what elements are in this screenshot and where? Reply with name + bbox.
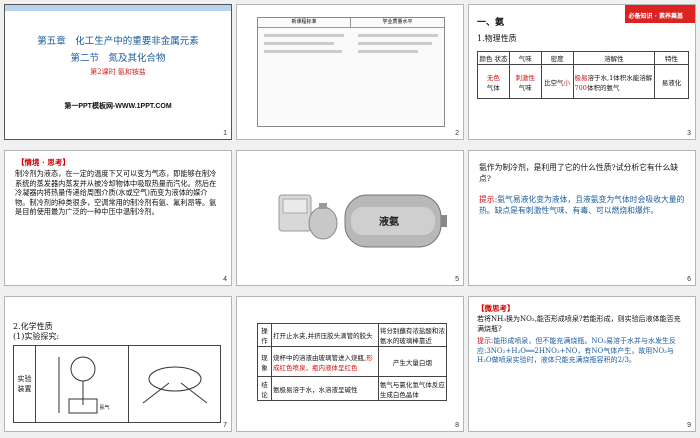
cell-smell: 刺激性 气味 (508, 64, 542, 99)
cylinder-label: 液氨 (379, 217, 399, 228)
header-solubility: 溶解性 (572, 51, 656, 65)
header-special: 特性 (654, 51, 689, 65)
text-line (358, 34, 438, 37)
standards-table: 新课程标准 学业质量水平 (257, 17, 445, 127)
slide-thumbnail-2[interactable]: 新课程标准 学业质量水平 2 (236, 4, 464, 140)
header-density: 密度 (540, 51, 574, 65)
co-fountain: 氨极易溶于水，水溶液呈碱性 (271, 376, 379, 401)
text-line (264, 34, 344, 37)
cell-density: 比空气小 (540, 64, 574, 99)
ob-smoke: 产生大量白烟 (377, 346, 448, 377)
slide-thumbnail-8[interactable]: 操作 打开止水夹,并挤压胶头滴管的胶头 将分别蘸有浓盐酸和浓氨水的玻璃棒靠近 现… (236, 296, 464, 432)
slide-thumbnail-4[interactable]: 【情境 · 思考】 制冷剂为液态，在一定的温度下又可以变为气态，即能够在制冷系统… (4, 150, 232, 286)
op-smoke: 将分别蘸有浓盐酸和浓氨水的玻璃棒靠近 (377, 323, 448, 347)
refrigerant-images (278, 194, 447, 248)
slide-sorter-grid: 第五章 化工生产中的重要非金属元素 第二节 氮及其化合物 第2课时 氨和铵盐 第… (0, 0, 700, 438)
slide-thumbnail-9[interactable]: 【微思考】 若将NH₃换为NO₂,能否形成喷泉?若能形成，则实验后液体能否充满烧… (468, 296, 696, 432)
situation-tag: 【情境 · 思考】 (17, 158, 70, 167)
situation-text: 制冷剂为液态，在一定的温度下又可以变为气态，即能够在制冷系统的蒸发器内蒸发并从被… (15, 169, 217, 217)
experiment-results-table: 操作 打开止水夹,并挤压胶头滴管的胶头 将分别蘸有浓盐酸和浓氨水的玻璃棒靠近 现… (257, 323, 448, 401)
experiment-table: 实验装置 氨气 (13, 345, 221, 423)
text-line (264, 50, 342, 53)
standards-header: 新课程标准 (258, 18, 351, 28)
ob-fountain: 烧杯中的溶液由玻璃管进入烧瓶,形成红色喷泉，瓶内液体呈红色 (271, 346, 379, 377)
slide-number: 9 (687, 422, 691, 429)
micro-hint: 提示:能形成喷泉，但不能充满烧瓶。NO₂易溶于水并与水发生反应:3NO₂+H₂O… (477, 337, 677, 364)
slide-number: 6 (687, 276, 691, 283)
physical-properties-table: 颜色 状态 气味 密度 溶解性 特性 无色 气体 刺激性 气味 比空气小 极易溶于水… (477, 51, 689, 99)
cell-color-state: 无色 气体 (477, 64, 510, 99)
section-title: 第二节 氮及其化合物 (70, 53, 166, 64)
cell-apparatus-a: 氨气 (35, 345, 129, 423)
slide-thumbnail-3[interactable]: 必备知识 · 素养奠基 一、氨 1.物理性质 颜色 状态 气味 密度 溶解性 特… (468, 4, 696, 140)
slide-number: 3 (687, 130, 691, 137)
micro-question: 若将NH₃换为NO₂,能否形成喷泉?若能形成，则实验后液体能否充满烧瓶? (477, 315, 681, 333)
slide-number: 7 (223, 422, 227, 429)
lesson-title: 第2课时 氨和铵盐 (90, 68, 146, 76)
slide-number: 8 (455, 422, 459, 429)
text-line (358, 50, 418, 53)
slide-thumbnail-1[interactable]: 第五章 化工生产中的重要非金属元素 第二节 氮及其化合物 第2课时 氨和铵盐 第… (4, 4, 232, 140)
heading-ammonia: 一、氨 (477, 18, 505, 28)
question-text: 氨作为制冷剂，是利用了它的什么性质?试分析它有什么缺点? (479, 163, 679, 183)
co-smoke: 氨气与氯化氢气体反应生成白色晶体 (377, 376, 448, 401)
header-smell: 气味 (508, 51, 542, 65)
header-color-state: 颜色 状态 (477, 51, 510, 65)
cell-solubility: 极易溶于水,1体积水能溶解700体积的氨气 (572, 64, 656, 99)
ob-label: 现象 (257, 346, 272, 377)
cell-apparatus-label: 实验装置 (13, 345, 36, 423)
slide-number: 1 (223, 130, 227, 137)
slide-number: 5 (455, 276, 459, 283)
cell-apparatus-b (127, 345, 221, 423)
hint-block: 提示:氨气易液化变为液体，且液氨变为气体时会吸收大量的热。缺点是有刺激性气味、有… (479, 195, 685, 215)
slide-thumbnail-5[interactable]: 液氨 5 (236, 150, 464, 286)
ribbon-label: 必备知识 · 素养奠基 (628, 13, 683, 20)
text-line (264, 42, 334, 45)
co-label: 结论 (257, 376, 272, 401)
quality-header: 学业质量水平 (351, 18, 444, 28)
cell-special: 易液化 (654, 64, 689, 99)
op-label: 操作 (257, 323, 272, 347)
slide-top-bar (5, 5, 231, 11)
slide-thumbnail-7[interactable]: 2.化学性质 (1)实验探究: 实验装置 氨气 7 (4, 296, 232, 432)
slide-thumbnail-6[interactable]: 氨作为制冷剂，是利用了它的什么性质?试分析它有什么缺点? 提示:氨气易液化变为液… (468, 150, 696, 286)
label-ammonia: 氨气 (99, 404, 110, 411)
subheading-physical: 1.物理性质 (477, 34, 517, 43)
smoke-apparatus-icon (142, 366, 208, 404)
text-line (358, 42, 432, 45)
micro-think-tag: 【微思考】 (477, 304, 515, 313)
chapter-title: 第五章 化工生产中的重要非金属元素 (37, 36, 199, 47)
op-fountain: 打开止水夹,并挤压胶头滴管的胶头 (271, 323, 379, 347)
slide-number: 2 (455, 130, 459, 137)
slide-number: 4 (223, 276, 227, 283)
template-footer: 第一PPT模板网-WWW.1PPT.COM (64, 103, 172, 110)
experiment-subheading: (1)实验探究: (13, 332, 60, 341)
